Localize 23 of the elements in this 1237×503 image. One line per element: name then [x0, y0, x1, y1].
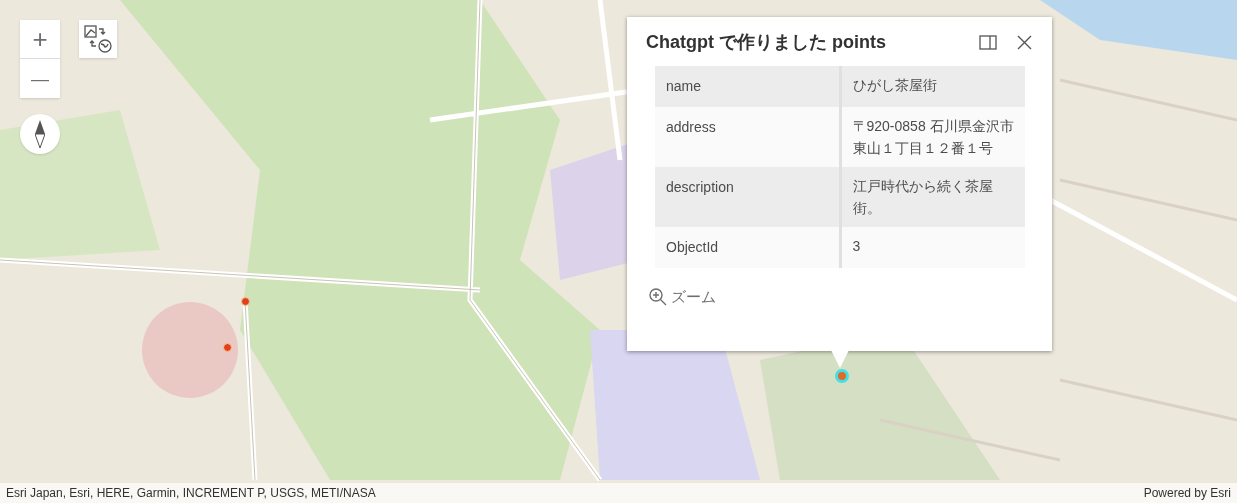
point-marker[interactable] [222, 342, 232, 352]
map-swap-icon [83, 24, 113, 54]
field-name-cell: description [655, 167, 840, 227]
point-marker[interactable] [240, 296, 250, 306]
dock-button[interactable] [978, 32, 998, 53]
field-value-cell: 〒920-0858 石川県金沢市東山１丁目１２番１号 [840, 107, 1025, 167]
field-value-cell: 3 [840, 227, 1025, 268]
popup-title: Chatgpt で作りました points [646, 31, 886, 54]
attribution-text: Esri Japan, Esri, HERE, Garmin, INCREMENT P, USGS, METI/NASA [6, 485, 376, 502]
close-icon [1016, 35, 1032, 50]
dock-icon [979, 35, 997, 50]
zoom-out-button[interactable]: — [20, 59, 60, 98]
basemap-toggle-button[interactable] [79, 20, 117, 58]
field-value-cell: ひがし茶屋街 [840, 66, 1025, 107]
zoom-in-button[interactable]: + [20, 20, 60, 59]
zoom-to-action[interactable]: ズーム [648, 286, 716, 309]
field-name-cell: address [655, 107, 840, 167]
field-name-cell: ObjectId [655, 227, 840, 268]
field-value-cell: 江戸時代から続く茶屋街。 [840, 167, 1025, 227]
field-name-cell: name [655, 66, 840, 107]
compass-icon [35, 120, 45, 148]
powered-by-link[interactable]: Powered by Esri [1143, 484, 1231, 502]
zoom-in-icon [648, 287, 668, 308]
